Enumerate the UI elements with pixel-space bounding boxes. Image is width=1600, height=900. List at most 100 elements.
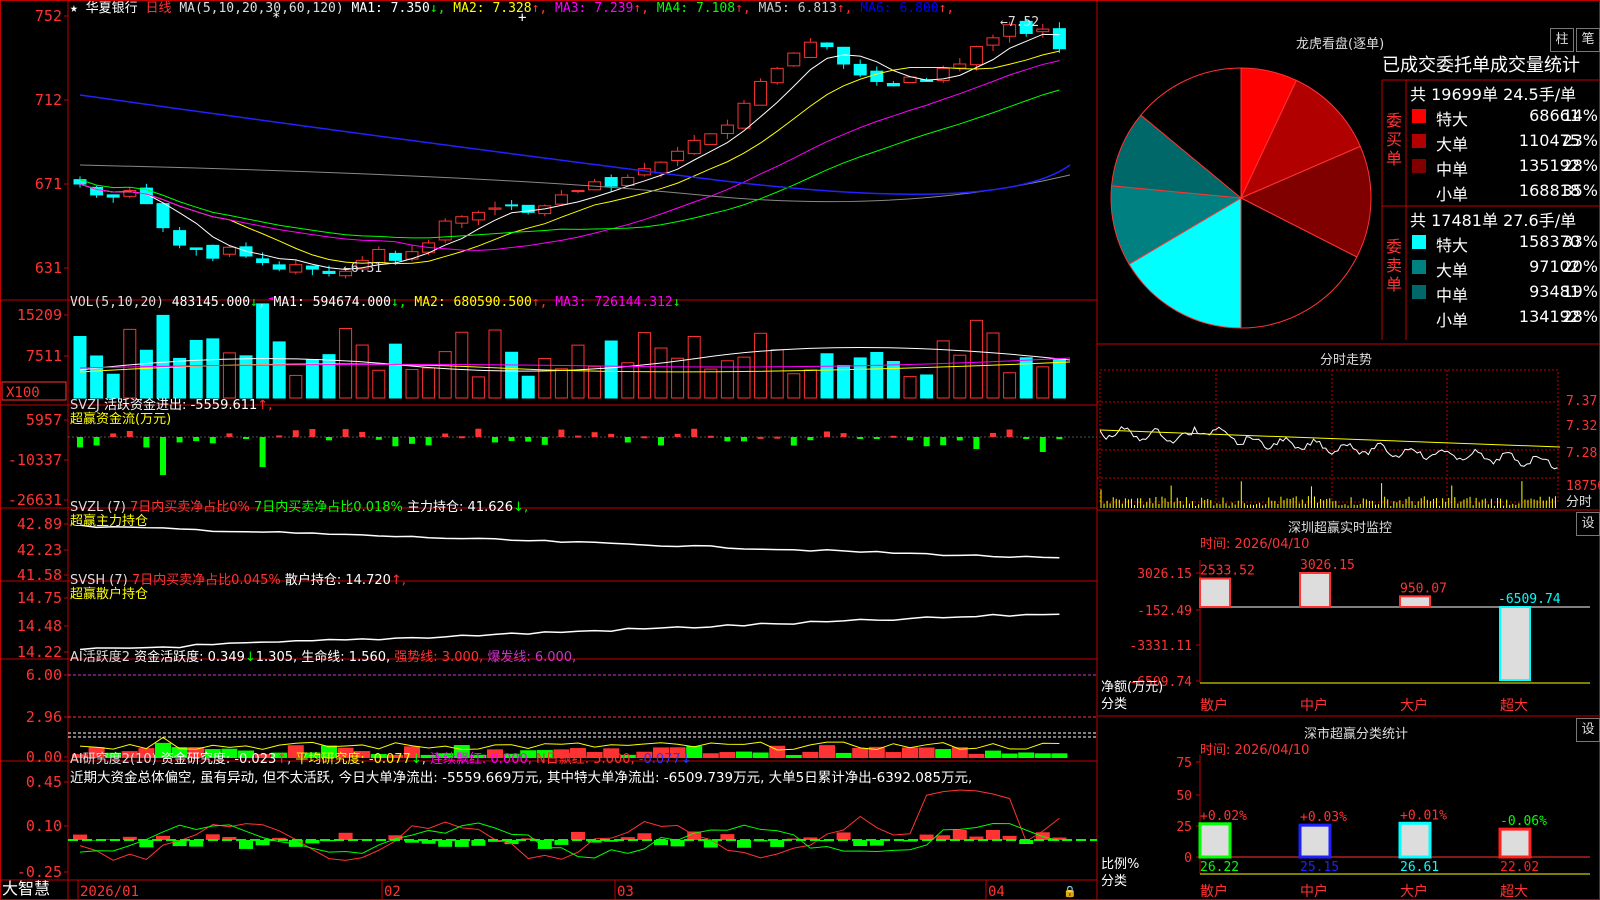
volume-bar	[704, 368, 718, 399]
svzj-bar	[276, 435, 283, 438]
svzj-bar	[774, 436, 781, 439]
class-ylabel: 比例%	[1101, 857, 1140, 872]
svzl-sub: 超赢主力持仓	[70, 514, 149, 529]
candle-body	[173, 230, 187, 246]
ai2-bar	[239, 840, 253, 849]
ai2-e: -0.077	[638, 752, 681, 767]
fs-avg-line	[1099, 429, 1561, 448]
svzj-bar	[342, 429, 349, 437]
svzl-ytick: 42.23	[17, 541, 62, 559]
class-bar-value: 22.02	[1500, 860, 1539, 875]
fs-title: 分时走势	[1320, 353, 1373, 368]
volume-bar	[455, 331, 469, 399]
monitor-time: 时间: 2026/04/10	[1200, 537, 1310, 552]
svzj-bar	[409, 437, 415, 444]
candle-body	[222, 246, 236, 255]
x-axis-label: 03	[617, 884, 634, 900]
svzj-bar	[840, 433, 847, 437]
class-settings-button[interactable]: 设	[1576, 718, 1600, 742]
vol-ma-2: MA2: 680590.500	[406, 295, 532, 310]
ai1-ytick: 2.96	[26, 708, 62, 726]
tick-mode-button[interactable]: 笔	[1576, 28, 1600, 52]
ai2-ytick: 0.45	[26, 773, 62, 791]
buy-row-name: 大单	[1436, 135, 1469, 154]
candle-body	[289, 264, 303, 273]
ai1-bar	[752, 752, 769, 758]
bar-mode-button[interactable]: 柱	[1550, 28, 1574, 52]
candle-body	[73, 179, 87, 185]
monitor-settings-button[interactable]: 设	[1576, 512, 1600, 536]
ai2-a-arrow: ↑	[276, 752, 288, 767]
buy-swatch	[1412, 159, 1426, 173]
volume-bar	[239, 355, 253, 399]
candle-body	[488, 207, 502, 210]
ai1-bar	[935, 749, 952, 758]
buy-swatch	[1412, 184, 1426, 198]
buy-row-name: 中单	[1436, 160, 1469, 179]
candle-body	[621, 176, 635, 186]
ai1-b: 1.305,	[255, 650, 298, 665]
ma-6-value: MA6: 6.800	[852, 1, 939, 16]
svzj-bar	[77, 437, 83, 448]
ma-3-arrow: ↑,	[633, 1, 649, 16]
candle-body	[206, 244, 220, 259]
ma5-line	[79, 164, 1071, 203]
volume-bar	[339, 327, 353, 399]
fs-ytick: 18756	[1566, 479, 1600, 494]
monitor-ylabel: 净额(万元)	[1101, 680, 1164, 695]
ai2-comment: 近期大资金总体偏空, 虽有异动, 但不太活跃, 今日大单净流出: -5559.6…	[70, 770, 973, 786]
ai1-a-arrow: ↓	[244, 650, 256, 665]
sell-row-pct: 19%	[1562, 282, 1598, 301]
ai2-bar	[571, 831, 585, 840]
volume-bar	[422, 367, 436, 399]
ai1-bar	[702, 753, 719, 758]
class-time: 时间: 2026/04/10	[1200, 743, 1310, 758]
volume-bar	[654, 347, 668, 399]
ai1-ytick: 6.00	[26, 666, 62, 684]
candle-body	[256, 258, 270, 264]
ma-2-value: MA2: 7.328	[445, 1, 532, 16]
svzj-bar	[160, 437, 166, 475]
class-ytick: 25	[1176, 820, 1192, 835]
candle-body	[106, 194, 120, 198]
ai1-bar	[802, 751, 819, 758]
vol-ma-3: MA3: 726144.312	[547, 295, 673, 310]
period-label[interactable]: 日线	[146, 1, 172, 16]
class-title: 深市超赢分类统计	[1304, 727, 1409, 742]
volume-bar	[554, 368, 568, 399]
svsh-t1: 7日内买卖净占比0.045%	[131, 573, 281, 588]
svsh-ytick: 14.48	[17, 617, 62, 635]
ai2-bar	[986, 830, 1000, 840]
lock-icon[interactable]: 🔒	[1063, 884, 1077, 899]
fs-ytick: 7.32	[1566, 419, 1597, 434]
monitor-bar-label: 3026.15	[1300, 558, 1355, 573]
volume-bar	[305, 359, 319, 399]
candle-body	[803, 41, 817, 58]
svzl-header: SVZL (7) 7日内买卖净占比0% 7日内买卖净占比0.018% 主力持仓:…	[70, 500, 528, 515]
vol-ytick: 7511	[26, 347, 62, 365]
monitor-bar	[1299, 572, 1331, 608]
volume-bar	[73, 336, 87, 399]
candle-body	[604, 177, 618, 187]
sell-row-name: 小单	[1436, 311, 1469, 330]
svzj-bar	[1056, 437, 1063, 440]
monitor-cat: 超大	[1500, 698, 1528, 714]
ma3-line	[79, 60, 1060, 251]
candle-body	[737, 102, 751, 129]
sell-row-pct: 33%	[1562, 232, 1598, 251]
pie-chart	[1110, 67, 1372, 329]
main-ytick: 631	[35, 259, 62, 277]
svzj-bar	[907, 437, 913, 441]
svzj-bar	[541, 437, 548, 445]
volume-bar	[621, 362, 635, 399]
class-bar	[1398, 821, 1432, 859]
svzj-title: SVZJ	[70, 398, 100, 413]
monitor-ytick: -152.49	[1137, 604, 1192, 619]
vol-header: VOL(5,10,20) 483145.000 ↓, MA1: 594674.00…	[70, 295, 681, 310]
volume-bar	[90, 355, 104, 399]
star-icon[interactable]: ★	[70, 1, 78, 16]
candle-body	[305, 265, 319, 270]
ai2-a: 资金研究度: -0.023	[160, 752, 277, 767]
sell-row-name: 大单	[1436, 261, 1469, 280]
brand-logo[interactable]: 大智慧	[2, 880, 50, 898]
